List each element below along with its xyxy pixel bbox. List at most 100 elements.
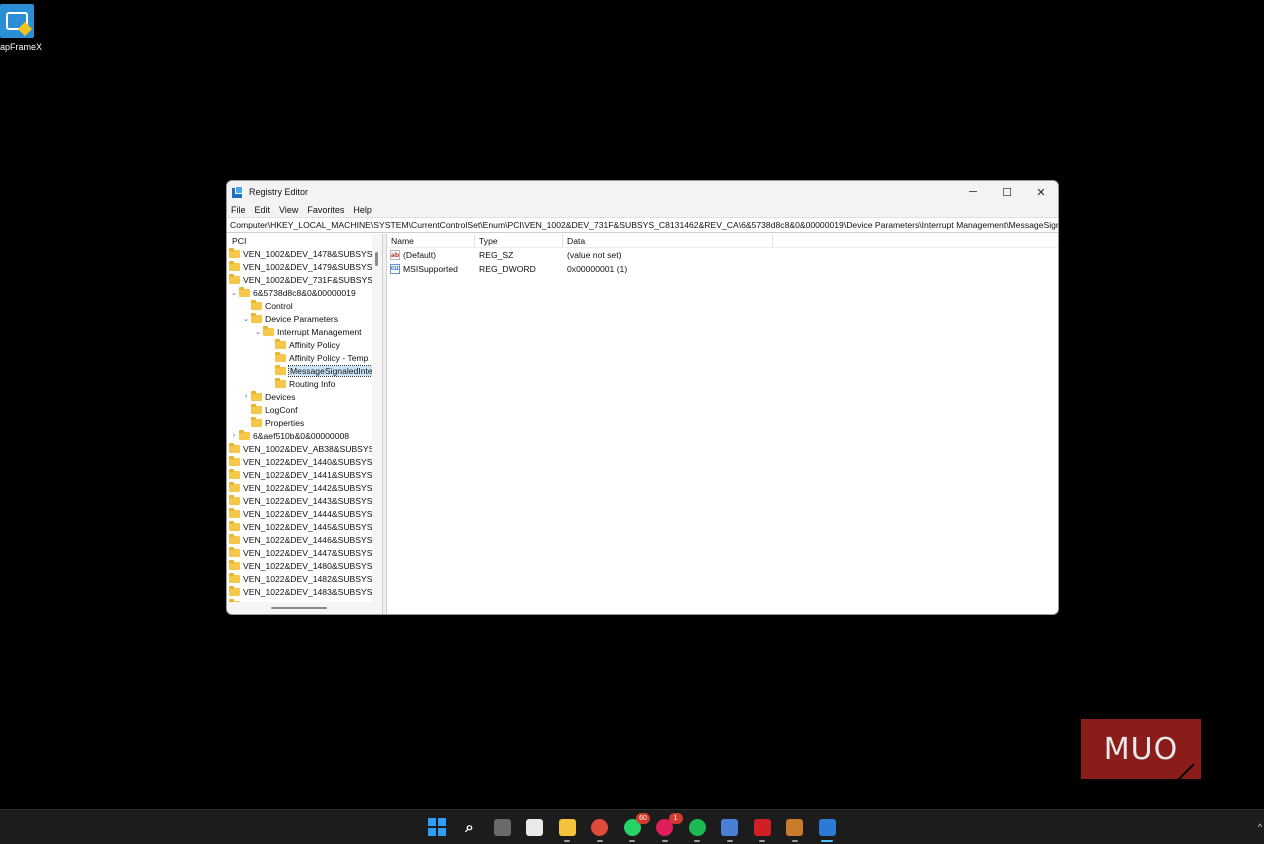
menu-favorites[interactable]: Favorites [307, 205, 344, 215]
tree-item[interactable]: VEN_1022&DEV_1480&SUBSYS_1 [227, 559, 372, 572]
start-button[interactable] [425, 816, 449, 838]
task-view-button[interactable] [490, 816, 514, 838]
value-name-cell: 011 MSISupported [387, 264, 475, 274]
tree-item-label: LogConf [265, 404, 298, 415]
tree-item-label: Control [265, 300, 293, 311]
tree-item[interactable]: LogConf [227, 403, 372, 416]
tree-item[interactable]: VEN_1022&DEV_1447&SUBSYS_C [227, 546, 372, 559]
running-indicator [821, 840, 833, 842]
tree-item-label: Devices [265, 391, 296, 402]
tree-item[interactable]: VEN_1002&DEV_AB38&SUBSYS_ [227, 442, 372, 455]
amd-app[interactable] [750, 816, 774, 842]
tree-item[interactable]: VEN_1022&DEV_1482&SUBSYS_C [227, 572, 372, 585]
tree-item[interactable]: ⌄ Interrupt Management [227, 325, 372, 338]
slack-app[interactable]: 1 [653, 813, 683, 842]
tree-item[interactable]: VEN_1022&DEV_1446&SUBSYS_C [227, 533, 372, 546]
app-blue[interactable] [718, 816, 742, 842]
muo-watermark: MUO [1081, 719, 1201, 779]
notification-badge: 1 [668, 813, 683, 824]
maximize-button[interactable]: ☐ [990, 181, 1024, 203]
folder-icon [229, 247, 240, 258]
registry-editor-icon [232, 186, 244, 198]
menu-help[interactable]: Help [353, 205, 372, 215]
taskbar: ⌕ 60 1 ^ [0, 809, 1264, 844]
running-indicator [596, 840, 603, 842]
tree-item[interactable]: Control [227, 299, 372, 312]
registry-editor-window: Registry Editor ─ ☐ ✕ File Edit View Favori… [226, 180, 1059, 615]
column-header-data[interactable]: Data [563, 234, 773, 247]
minimize-button[interactable]: ─ [956, 181, 990, 203]
chevron-right-icon[interactable]: › [229, 432, 239, 439]
value-type: REG_DWORD [479, 264, 536, 274]
value-row[interactable]: ab (Default) REG_SZ (value not set) [387, 248, 1058, 262]
tree-item[interactable]: ⌄ 6&5738d8c8&0&00000019 [227, 286, 372, 299]
tree-item[interactable]: VEN_1022&DEV_1441&SUBSYS_C [227, 468, 372, 481]
tree-item[interactable]: MessageSignaledInte [227, 364, 372, 377]
dword-value-icon: 011 [390, 264, 400, 274]
chevron-down-icon[interactable]: ⌄ [241, 315, 251, 323]
store-app[interactable] [523, 816, 547, 838]
tree-item[interactable]: ⌄ Device Parameters [227, 312, 372, 325]
task-view-icon [493, 818, 511, 836]
running-indicator [759, 840, 765, 842]
whatsapp-app[interactable]: 60 [620, 813, 650, 842]
column-header-name[interactable]: Name [387, 234, 475, 247]
tree-item-label: Device Parameters [265, 313, 339, 324]
amd-icon [753, 818, 771, 836]
spotify-app[interactable] [685, 816, 709, 842]
tree-item[interactable]: VEN_1022&DEV_1445&SUBSYS_C [227, 520, 372, 533]
tree-item[interactable]: Affinity Policy [227, 338, 372, 351]
tree-item[interactable]: VEN_1002&DEV_1479&SUBSYS_1 [227, 260, 372, 273]
folder-icon [229, 507, 240, 518]
address-bar[interactable]: Computer\HKEY_LOCAL_MACHINE\SYSTEM\Curre… [227, 217, 1058, 233]
watermark-text: MUO [1103, 731, 1179, 767]
tree-item[interactable]: › Devices [227, 390, 372, 403]
app-gradient[interactable] [783, 816, 807, 842]
tree-item[interactable]: VEN_1002&DEV_731F&SUBSYS_C [227, 273, 372, 286]
folder-icon [275, 351, 286, 362]
tree-pane: PCI VEN_1002&DEV_1478&SUBSYS_0 VEN_1002&DE… [227, 234, 383, 614]
tree-item[interactable]: VEN_1022&DEV_1442&SUBSYS_C [227, 481, 372, 494]
windows-start-icon [428, 818, 446, 836]
menu-edit[interactable]: Edit [255, 205, 271, 215]
tree-item[interactable]: Affinity Policy - Temp [227, 351, 372, 364]
tree-item-label: VEN_1002&DEV_1479&SUBSYS_1 [243, 261, 372, 272]
chevron-down-icon[interactable]: ⌄ [253, 328, 263, 336]
tree-item[interactable]: › 6&aef510b&0&00000008 [227, 429, 372, 442]
desktop-shortcut[interactable]: apFrameX [0, 4, 42, 52]
desktop: apFrameX Registry Editor ─ ☐ ✕ File Edit V… [0, 0, 1264, 809]
chevron-down-icon[interactable]: ⌄ [229, 289, 239, 297]
scroll-thumb[interactable] [271, 607, 327, 609]
tree-horizontal-scrollbar[interactable] [227, 602, 382, 614]
value-row[interactable]: 011 MSISupported REG_DWORD 0x00000001 (1) [387, 262, 1058, 276]
tree-item[interactable]: VEN_1022&DEV_1443&SUBSYS_C [227, 494, 372, 507]
menu-file[interactable]: File [231, 205, 246, 215]
window-title: Registry Editor [249, 187, 309, 197]
chevron-right-icon[interactable]: › [241, 393, 251, 400]
notification-badge: 60 [636, 813, 650, 824]
file-explorer-app[interactable] [555, 816, 579, 842]
folder-icon [229, 533, 240, 544]
tree-item[interactable]: Properties [227, 416, 372, 429]
folder-icon [229, 572, 240, 583]
tree-vertical-scrollbar[interactable] [372, 234, 382, 602]
tree-item[interactable]: PCI [227, 234, 372, 247]
registry-editor-app[interactable] [815, 816, 839, 842]
column-header-type[interactable]: Type [475, 234, 563, 247]
tree-item[interactable]: VEN_1022&DEV_1444&SUBSYS_C [227, 507, 372, 520]
value-name: MSISupported [403, 264, 458, 274]
tree-item[interactable]: VEN_1022&DEV_1440&SUBSYS_C [227, 455, 372, 468]
close-button[interactable]: ✕ [1024, 181, 1058, 203]
tray-overflow-chevron-icon[interactable]: ^ [1258, 822, 1262, 832]
title-bar[interactable]: Registry Editor ─ ☐ ✕ [227, 181, 1058, 203]
tree-item[interactable]: Routing Info [227, 377, 372, 390]
scroll-thumb[interactable] [375, 252, 378, 266]
tree-item[interactable]: VEN_1002&DEV_1478&SUBSYS_0 [227, 247, 372, 260]
tree-item-label: VEN_1022&DEV_1447&SUBSYS_C [243, 547, 372, 558]
menu-view[interactable]: View [279, 205, 298, 215]
folder-icon [275, 377, 286, 388]
search-button[interactable]: ⌕ [458, 816, 482, 838]
folder-icon [229, 260, 240, 271]
chrome-app[interactable] [588, 816, 612, 842]
tree-item[interactable]: VEN_1022&DEV_1483&SUBSYS_1 [227, 585, 372, 598]
